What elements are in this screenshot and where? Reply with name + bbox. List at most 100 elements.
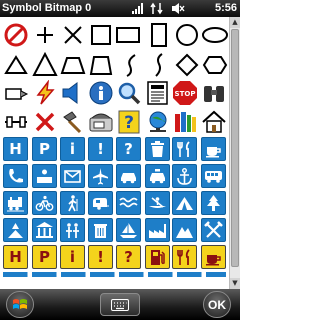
circle-outline-icon[interactable]: [174, 22, 200, 48]
phone-tile[interactable]: [3, 164, 28, 188]
hexagon-outline-icon[interactable]: [202, 52, 228, 78]
tile-letter: H: [9, 140, 22, 158]
hammer-icon[interactable]: [60, 109, 86, 135]
trail-tile[interactable]: [3, 218, 28, 242]
information-tile-yellow[interactable]: i: [60, 245, 85, 269]
caravan-tile[interactable]: [88, 191, 113, 215]
car-tile[interactable]: [116, 164, 141, 188]
volume-muted-icon[interactable]: [171, 2, 185, 15]
books-icon[interactable]: [172, 109, 198, 135]
mountain-tile[interactable]: [172, 218, 197, 242]
cafe-tile[interactable]: [201, 137, 226, 161]
mail-icon: [64, 169, 81, 183]
square-outline-icon[interactable]: [88, 22, 114, 48]
canoe-icon: [149, 196, 166, 208]
hospital-tile-yellow[interactable]: H: [3, 245, 28, 269]
tile-letter: !: [97, 140, 104, 158]
train-icon: [7, 196, 24, 211]
scroll-thumb[interactable]: [231, 29, 239, 267]
hook-curve-icon[interactable]: [118, 52, 144, 78]
waste-bin-tile[interactable]: [145, 137, 170, 161]
keyboard-button[interactable]: [100, 293, 140, 316]
telephone-fax-icon[interactable]: [88, 109, 114, 135]
factory-tile[interactable]: [145, 218, 170, 242]
caravan-icon: [93, 197, 109, 210]
info-desk-tile[interactable]: [32, 164, 57, 188]
x-cross-icon[interactable]: [60, 22, 86, 48]
bus-tile[interactable]: [201, 164, 226, 188]
coffee-cup-icon: [206, 146, 221, 157]
question-tile[interactable]: ?: [116, 137, 141, 161]
airport-tile[interactable]: [88, 164, 113, 188]
hospital-tile[interactable]: H: [3, 137, 28, 161]
plus-icon[interactable]: [32, 22, 58, 48]
trash-can-icon: [94, 223, 107, 238]
triangle-outline-icon[interactable]: [3, 52, 29, 78]
forest-tile[interactable]: [201, 191, 226, 215]
vertical-scrollbar[interactable]: ▲ ▼: [229, 17, 240, 289]
taxi-tile[interactable]: [145, 164, 170, 188]
tile-letter: H: [9, 248, 22, 266]
status-bar: Symbol Bitmap 0 5:56: [0, 0, 240, 17]
tools-tile[interactable]: [201, 218, 226, 242]
lightning-icon[interactable]: [32, 80, 58, 106]
mail-tile[interactable]: [60, 164, 85, 188]
marina-tile[interactable]: [172, 164, 197, 188]
help-note-icon[interactable]: ?: [116, 109, 142, 135]
newspaper-icon[interactable]: [145, 80, 171, 106]
figures-tile[interactable]: [60, 218, 85, 242]
camping-tile[interactable]: [172, 191, 197, 215]
speaker-icon[interactable]: [60, 80, 86, 106]
keyboard-icon: [111, 298, 129, 311]
start-button[interactable]: [6, 291, 34, 318]
ellipse-outline-icon[interactable]: [202, 22, 228, 48]
ok-button[interactable]: OK: [203, 291, 231, 318]
binoculars-icon[interactable]: [201, 80, 227, 106]
prohibited-circle-icon[interactable]: [3, 22, 29, 48]
stop-sign-icon[interactable]: STOP: [172, 80, 198, 106]
restaurant-tile-yellow[interactable]: [172, 245, 197, 269]
trapezoid-outline-icon[interactable]: [88, 52, 114, 78]
scroll-down-arrow-icon[interactable]: ▼: [230, 278, 240, 289]
trapezoid-outline-icon[interactable]: [60, 52, 86, 78]
globe-network-icon[interactable]: [145, 109, 171, 135]
soft-key-bar: OK: [0, 289, 240, 320]
waves-tile[interactable]: [116, 191, 141, 215]
fuel-tile-yellow[interactable]: [145, 245, 170, 269]
triangle-outline-large-icon[interactable]: [32, 52, 58, 78]
diamond-outline-icon[interactable]: [174, 52, 200, 78]
hiker-icon: [68, 194, 78, 211]
home-icon[interactable]: [201, 109, 227, 135]
warning-tile-yellow[interactable]: !: [88, 245, 113, 269]
boat-tile[interactable]: [116, 218, 141, 242]
rectangle-outline-icon[interactable]: [115, 22, 141, 48]
parking-tile[interactable]: P: [32, 137, 57, 161]
tall-rectangle-outline-icon[interactable]: [146, 22, 172, 48]
canoe-tile[interactable]: [145, 191, 170, 215]
factory-icon: [149, 223, 166, 238]
red-x-icon[interactable]: [32, 109, 58, 135]
track-segment-icon[interactable]: [3, 109, 29, 135]
restaurant-tile[interactable]: [172, 137, 197, 161]
eraser-icon[interactable]: [3, 80, 29, 106]
information-tile[interactable]: i: [60, 137, 85, 161]
museum-tile[interactable]: [32, 218, 57, 242]
trash-tile[interactable]: [88, 218, 113, 242]
tile-letter: P: [39, 140, 50, 158]
magnifier-icon[interactable]: [116, 80, 142, 106]
parking-tile-yellow[interactable]: P: [32, 245, 57, 269]
clock-time[interactable]: 5:56: [215, 2, 237, 15]
tile-letter: ?: [124, 248, 133, 266]
pine-tree-icon: [207, 194, 220, 211]
scroll-up-arrow-icon[interactable]: ▲: [230, 17, 240, 28]
cycling-tile[interactable]: [32, 191, 57, 215]
train-tile[interactable]: [3, 191, 28, 215]
info-circle-icon[interactable]: [88, 80, 114, 106]
warning-tile[interactable]: !: [88, 137, 113, 161]
cafe-tile-yellow[interactable]: [201, 245, 226, 269]
figures-icon: [66, 222, 79, 238]
question-tile-yellow[interactable]: ?: [116, 245, 141, 269]
water-waves-icon: [119, 197, 138, 207]
s-curve-icon[interactable]: [146, 52, 172, 78]
hiking-tile[interactable]: [60, 191, 85, 215]
